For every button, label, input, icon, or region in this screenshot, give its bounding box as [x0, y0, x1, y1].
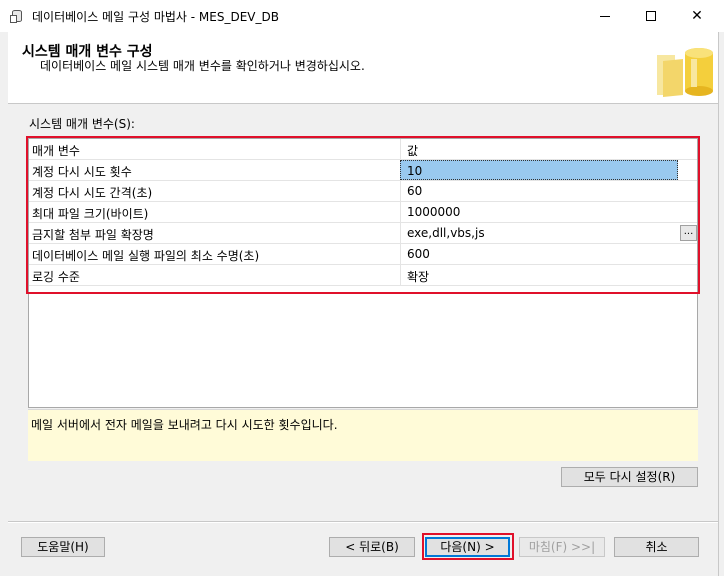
close-button[interactable]: ✕: [674, 0, 720, 32]
cancel-button[interactable]: 취소: [614, 537, 699, 557]
database-mail-logo-icon: [657, 48, 713, 97]
param-description: 메일 서버에서 전자 메일을 보내려고 다시 시도한 횟수입니다.: [28, 409, 698, 461]
param-value-input[interactable]: 확장: [400, 265, 678, 285]
param-name: 계정 다시 시도 횟수: [32, 165, 132, 179]
param-name: 로깅 수준: [32, 270, 80, 284]
back-button[interactable]: < 뒤로(B): [329, 537, 415, 557]
table-row[interactable]: 데이터베이스 메일 실행 파일의 최소 수명(초) 600: [29, 244, 697, 265]
param-value-input[interactable]: 10: [400, 160, 678, 180]
system-params-label: 시스템 매개 변수(S):: [29, 117, 135, 131]
table-row[interactable]: 최대 파일 크기(바이트) 1000000: [29, 202, 697, 223]
database-wizard-icon: [10, 9, 24, 23]
window-border: [718, 32, 719, 576]
maximize-icon: [646, 11, 656, 21]
params-grid[interactable]: 매개 변수 값 계정 다시 시도 횟수 10 계정 다시 시도 간격(초) 60…: [28, 138, 698, 408]
page-subtitle: 데이터베이스 메일 시스템 매개 변수를 확인하거나 변경하십시오.: [40, 59, 365, 73]
minimize-button[interactable]: [582, 0, 628, 32]
column-header-value: 값: [400, 139, 678, 159]
wizard-header: 시스템 매개 변수 구성 데이터베이스 메일 시스템 매개 변수를 확인하거나 …: [8, 32, 718, 104]
param-name: 금지할 첨부 파일 확장명: [32, 228, 154, 242]
window-title: 데이터베이스 메일 구성 마법사 - MES_DEV_DB: [32, 9, 279, 24]
divider: [8, 522, 718, 523]
table-row[interactable]: 계정 다시 시도 횟수 10: [29, 160, 697, 181]
minimize-icon: [600, 15, 610, 17]
param-value-input[interactable]: 60: [400, 181, 678, 201]
reset-all-button[interactable]: 모두 다시 설정(R): [561, 467, 698, 487]
param-name: 최대 파일 크기(바이트): [32, 207, 149, 221]
grid-header-row: 매개 변수 값: [29, 139, 697, 160]
param-value-input[interactable]: 600: [400, 244, 678, 264]
close-icon: ✕: [691, 8, 703, 24]
param-name: 계정 다시 시도 간격(초): [32, 186, 153, 200]
finish-button[interactable]: 마침(F) >>|: [519, 537, 605, 557]
table-row[interactable]: 계정 다시 시도 간격(초) 60: [29, 181, 697, 202]
next-button[interactable]: 다음(N) >: [425, 537, 510, 557]
param-value-input[interactable]: 1000000: [400, 202, 678, 222]
maximize-button[interactable]: [628, 0, 674, 32]
table-row[interactable]: 로깅 수준 확장: [29, 265, 697, 286]
title-bar: 데이터베이스 메일 구성 마법사 - MES_DEV_DB ✕: [0, 0, 724, 32]
table-row[interactable]: 금지할 첨부 파일 확장명 exe,dll,vbs,js ...: [29, 223, 697, 244]
param-value-input[interactable]: exe,dll,vbs,js: [400, 223, 678, 243]
param-name: 데이터베이스 메일 실행 파일의 최소 수명(초): [32, 249, 260, 263]
help-button[interactable]: 도움말(H): [21, 537, 105, 557]
browse-extensions-button[interactable]: ...: [680, 225, 697, 241]
wizard-content: 시스템 매개 변수(S): 매개 변수 값 계정 다시 시도 횟수 10 계정 …: [8, 104, 718, 514]
column-header-param: 매개 변수: [32, 144, 80, 158]
